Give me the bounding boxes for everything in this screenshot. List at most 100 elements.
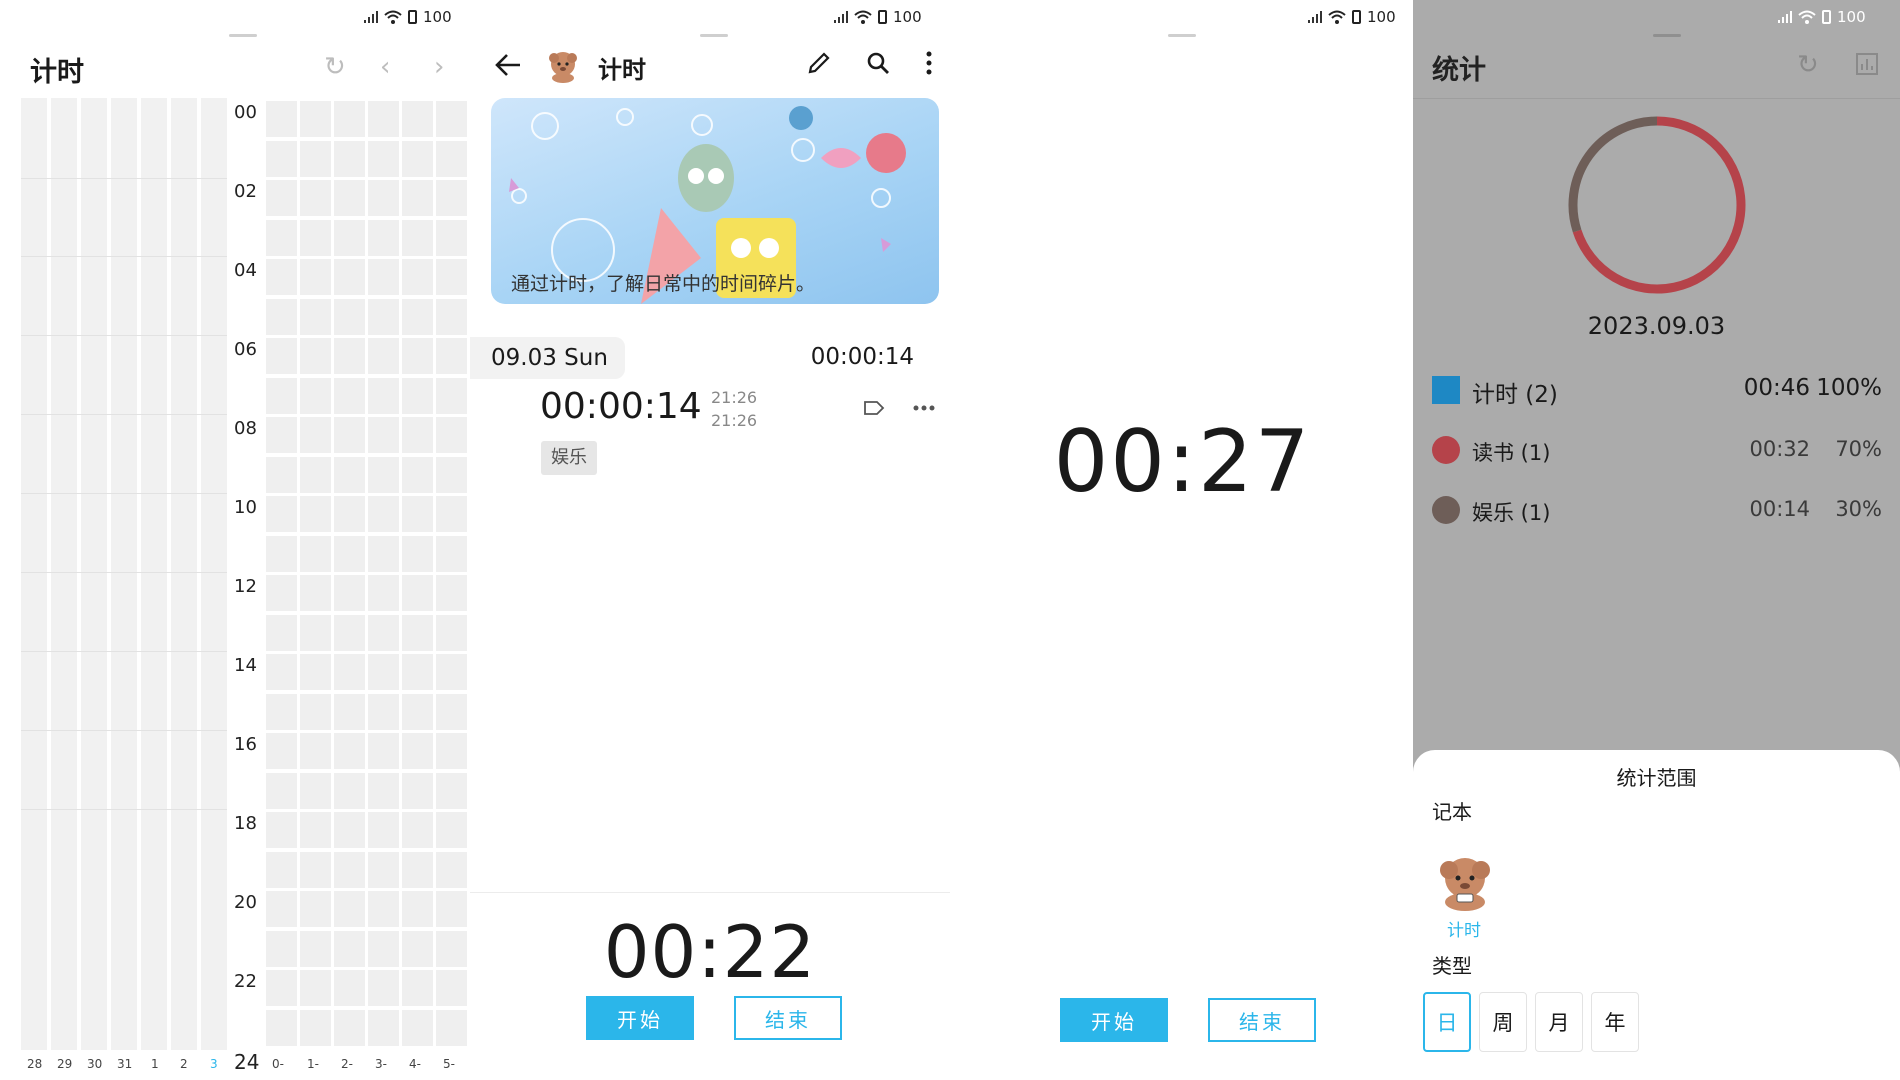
time-grid-cell[interactable] xyxy=(402,180,433,216)
time-grid-cell[interactable] xyxy=(300,614,331,651)
time-grid-cell[interactable] xyxy=(300,851,331,888)
time-grid-cell[interactable] xyxy=(266,101,297,137)
time-grid-cell[interactable] xyxy=(368,140,399,177)
time-grid-cell[interactable] xyxy=(402,338,433,374)
notebook-option[interactable] xyxy=(1433,850,1497,914)
time-grid-cell[interactable] xyxy=(368,930,399,967)
time-grid-cell[interactable] xyxy=(266,930,297,967)
time-grid-cell[interactable] xyxy=(334,930,365,967)
time-grid-cell[interactable] xyxy=(402,377,433,414)
day-column[interactable] xyxy=(21,98,47,1050)
time-grid-cell[interactable] xyxy=(402,812,433,848)
time-grid-cell[interactable] xyxy=(436,259,467,295)
time-grid-cell[interactable] xyxy=(334,812,365,848)
more-vertical-icon[interactable] xyxy=(925,50,933,76)
time-grid-cell[interactable] xyxy=(436,456,467,493)
time-grid-cell[interactable] xyxy=(368,575,399,611)
time-grid-cell[interactable] xyxy=(334,535,365,572)
time-grid-cell[interactable] xyxy=(300,338,331,374)
time-grid-cell[interactable] xyxy=(334,733,365,769)
end-button[interactable]: 结束 xyxy=(1208,998,1316,1042)
time-grid-cell[interactable] xyxy=(334,575,365,611)
time-grid-cell[interactable] xyxy=(436,219,467,256)
time-grid-cell[interactable] xyxy=(436,535,467,572)
time-grid-cell[interactable] xyxy=(300,1009,331,1046)
stat-row-total[interactable]: 计时 (2) 00:46 100% xyxy=(1432,372,1882,408)
time-grid-cell[interactable] xyxy=(266,891,297,927)
time-grid-cell[interactable] xyxy=(368,377,399,414)
time-grid-cell[interactable] xyxy=(266,180,297,216)
time-grid-cell[interactable] xyxy=(436,733,467,769)
time-grid-cell[interactable] xyxy=(266,654,297,690)
time-grid-cell[interactable] xyxy=(334,1009,365,1046)
stat-row[interactable]: 读书 (1) 00:32 70% xyxy=(1432,432,1882,468)
notebook-option-label[interactable]: 计时 xyxy=(1447,916,1481,941)
time-grid-cell[interactable] xyxy=(436,970,467,1006)
time-grid-cell[interactable] xyxy=(334,693,365,730)
time-grid-cell[interactable] xyxy=(300,496,331,532)
day-column[interactable] xyxy=(171,98,197,1050)
time-grid-cell[interactable] xyxy=(300,219,331,256)
time-grid-cell[interactable] xyxy=(402,1009,433,1046)
time-grid-cell[interactable] xyxy=(402,693,433,730)
time-grid-cell[interactable] xyxy=(300,456,331,493)
entry-tag[interactable]: 娱乐 xyxy=(541,441,597,475)
time-grid-cell[interactable] xyxy=(368,851,399,888)
time-grid-cell[interactable] xyxy=(266,456,297,493)
time-grid-cell[interactable] xyxy=(368,970,399,1006)
time-grid-cell[interactable] xyxy=(266,575,297,611)
time-grid-cell[interactable] xyxy=(436,812,467,848)
time-grid-cell[interactable] xyxy=(368,772,399,809)
time-grid-cell[interactable] xyxy=(436,1009,467,1046)
day-column[interactable] xyxy=(111,98,137,1050)
time-grid-cell[interactable] xyxy=(436,298,467,335)
time-grid-cell[interactable] xyxy=(402,891,433,927)
time-grid-cell[interactable] xyxy=(300,417,331,453)
time-grid-cell[interactable] xyxy=(402,496,433,532)
time-grid-cell[interactable] xyxy=(300,772,331,809)
time-grid-cell[interactable] xyxy=(402,733,433,769)
time-grid-cell[interactable] xyxy=(300,259,331,295)
type-year-button[interactable]: 年 xyxy=(1591,992,1639,1052)
time-grid-cell[interactable] xyxy=(266,693,297,730)
time-grid-cell[interactable] xyxy=(266,338,297,374)
time-grid-cell[interactable] xyxy=(334,101,365,137)
day-column[interactable] xyxy=(81,98,107,1050)
time-grid-cell[interactable] xyxy=(368,338,399,374)
day-column[interactable] xyxy=(141,98,167,1050)
time-grid-cell[interactable] xyxy=(334,851,365,888)
stat-row[interactable]: 娱乐 (1) 00:14 30% xyxy=(1432,492,1882,528)
time-grid-cell[interactable] xyxy=(266,417,297,453)
time-grid-cell[interactable] xyxy=(334,298,365,335)
time-grid-cell[interactable] xyxy=(402,140,433,177)
time-grid-cell[interactable] xyxy=(266,298,297,335)
time-grid-cell[interactable] xyxy=(402,259,433,295)
start-button[interactable]: 开始 xyxy=(1060,998,1168,1042)
bar-chart-icon[interactable] xyxy=(1855,52,1879,76)
time-grid-cell[interactable] xyxy=(266,496,297,532)
time-grid-cell[interactable] xyxy=(436,851,467,888)
time-grid-cell[interactable] xyxy=(300,575,331,611)
time-grid-cell[interactable] xyxy=(266,259,297,295)
time-grid-cell[interactable] xyxy=(436,654,467,690)
time-grid-cell[interactable] xyxy=(402,970,433,1006)
time-grid-cell[interactable] xyxy=(300,812,331,848)
time-grid-cell[interactable] xyxy=(300,970,331,1006)
time-grid-cell[interactable] xyxy=(334,970,365,1006)
back-arrow-icon[interactable] xyxy=(494,52,522,78)
time-grid-cell[interactable] xyxy=(334,417,365,453)
time-grid-cell[interactable] xyxy=(436,140,467,177)
time-grid-cell[interactable] xyxy=(368,812,399,848)
day-column[interactable] xyxy=(51,98,77,1050)
time-grid-cell[interactable] xyxy=(368,693,399,730)
time-grid-cell[interactable] xyxy=(436,180,467,216)
time-grid-cell[interactable] xyxy=(402,654,433,690)
time-grid-cell[interactable] xyxy=(436,338,467,374)
time-grid-cell[interactable] xyxy=(402,930,433,967)
time-grid-cell[interactable] xyxy=(436,772,467,809)
time-grid-cell[interactable] xyxy=(266,535,297,572)
time-grid-cell[interactable] xyxy=(334,219,365,256)
time-grid-cell[interactable] xyxy=(368,101,399,137)
time-grid-cell[interactable] xyxy=(368,614,399,651)
time-grid-cell[interactable] xyxy=(300,180,331,216)
